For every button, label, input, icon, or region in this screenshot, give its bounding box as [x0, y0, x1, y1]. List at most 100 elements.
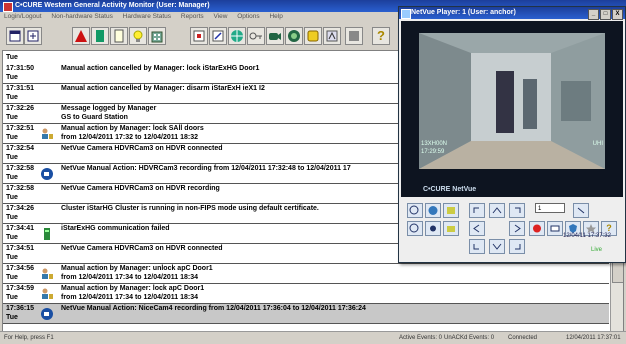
log-row[interactable]: 17:34:59 Tue Manual action by Manager: loc…: [3, 284, 609, 304]
log-time: 17:31:50: [6, 65, 35, 72]
status-unacked-events: UnACKd Events: 0: [444, 335, 495, 341]
zoom-in-icon[interactable]: [407, 203, 423, 218]
disk-icon[interactable]: [345, 27, 363, 45]
log-message: NetVue Camera HDVRCam3 on HDVR connected: [61, 145, 223, 152]
ptz-down-icon[interactable]: [489, 239, 505, 254]
ptz-up-right-icon[interactable]: [509, 203, 525, 218]
folder-icon[interactable]: [443, 221, 459, 236]
log-message: Cluster iStarHG Cluster is running in no…: [61, 205, 319, 212]
log-message: Manual action by Manager: unlock apC Doo…: [61, 265, 213, 272]
globe-icon[interactable]: [228, 27, 246, 45]
edit-icon[interactable]: [209, 27, 227, 45]
log-message: iStarExHG communication failed: [61, 225, 170, 232]
log-day: Tue: [6, 74, 18, 81]
preset-spinner[interactable]: 1: [535, 203, 565, 213]
camera-video-view[interactable]: 13XH00N 17:29:59 UHI: [401, 21, 623, 183]
menu-options[interactable]: Options: [237, 13, 259, 20]
status-connection: Connected: [508, 335, 538, 341]
close-button[interactable]: X: [612, 9, 623, 20]
pin-icon[interactable]: [24, 27, 42, 45]
log-day: Tue: [6, 294, 18, 301]
log-day: Tue: [6, 254, 18, 261]
log-time: 17:32:54: [6, 145, 35, 152]
log-day: Tue: [6, 194, 18, 201]
zoom-out-icon[interactable]: [407, 221, 423, 236]
log-message: NetVue Manual Action: NiceCam4 recording…: [61, 305, 366, 312]
window-icon[interactable]: [6, 27, 24, 45]
menu-reports[interactable]: Reports: [181, 13, 204, 20]
log-day: Tue: [6, 274, 18, 281]
person-lock-icon: [40, 267, 54, 281]
log-message-detail: GS to Guard Station: [61, 114, 128, 121]
log-day: Tue: [6, 134, 18, 141]
log-message: NetVue Manual Action: HDVRCam3 recording…: [61, 165, 351, 172]
log-time: 17:31:51: [6, 85, 35, 92]
menu-hardware-status[interactable]: Hardware Status: [123, 13, 171, 20]
camera-label: 13XH00N: [421, 141, 448, 147]
maximize-button[interactable]: □: [600, 9, 611, 20]
lightbulb-icon[interactable]: [129, 27, 147, 45]
log-day: Tue: [6, 154, 18, 161]
door-icon[interactable]: [91, 27, 109, 45]
camera-scene: [419, 33, 605, 169]
log-time: 17:32:58: [6, 185, 35, 192]
log-message-detail: from 12/04/2011 17:34 to 12/04/2011 18:3…: [61, 294, 198, 301]
menu-bar: Login/Logout Non-hardware Status Hardwar…: [0, 12, 400, 22]
log-time: 17:32:26: [6, 105, 35, 112]
key-icon[interactable]: [247, 27, 265, 45]
player-title-bar[interactable]: NetVue Player: 1 (User: anchor) _ □ X: [399, 7, 625, 20]
settings-icon[interactable]: [425, 221, 441, 236]
menu-login[interactable]: Login/Logout: [4, 13, 42, 20]
ptz-up-left-icon[interactable]: [469, 203, 485, 218]
log-day: Tue: [6, 174, 18, 181]
brand-label: C•CURE NetVue: [423, 186, 477, 193]
ptz-down-right-icon[interactable]: [509, 239, 525, 254]
camera-time: 17:29:59: [421, 149, 445, 155]
menu-view[interactable]: View: [213, 13, 227, 20]
document-icon[interactable]: [110, 27, 128, 45]
building-icon[interactable]: [148, 27, 166, 45]
mail-icon[interactable]: [547, 221, 563, 236]
log-message-detail: from 12/04/2011 17:32 to 12/04/2011 18:3…: [61, 134, 198, 141]
log-row[interactable]: 17:34:56 Tue Manual action by Manager: unl…: [3, 264, 609, 284]
log-message: NetVue Camera HDVRCam3 on HDVR recording: [61, 185, 220, 192]
log-row[interactable]: 17:36:15 Tue NetVue Manual Action: NiceCam…: [3, 304, 609, 324]
log-message: Manual action by Manager: lock SAll door…: [61, 125, 204, 132]
camera-icon[interactable]: [266, 27, 284, 45]
preset-go-icon[interactable]: [573, 203, 589, 218]
player-controls: 1 ? 12/04/11 17:37:32 Live: [401, 199, 623, 261]
netvue-player-window[interactable]: NetVue Player: 1 (User: anchor) _ □ X 13XH…: [398, 6, 626, 263]
log-day: Tue: [6, 114, 18, 121]
record-button-icon[interactable]: [529, 221, 545, 236]
globe-control-icon[interactable]: [425, 203, 441, 218]
network-icon[interactable]: [323, 27, 341, 45]
player-datetime: 12/04/11 17:37:32: [563, 233, 611, 239]
ptz-up-icon[interactable]: [489, 203, 505, 218]
ptz-left-icon[interactable]: [469, 221, 485, 236]
ptz-down-left-icon[interactable]: [469, 239, 485, 254]
ptz-right-icon[interactable]: [509, 221, 525, 236]
menu-non-hardware-status[interactable]: Non-hardware Status: [51, 13, 112, 20]
window-title: C•CURE Western General Activity Monitor …: [15, 2, 210, 9]
status-help: For Help, press F1: [4, 335, 54, 341]
live-indicator: Live: [591, 247, 603, 253]
camera-record-icon: [40, 167, 54, 181]
menu-help[interactable]: Help: [269, 13, 282, 20]
help-icon[interactable]: ?: [372, 27, 390, 45]
log-message: Message logged by Manager: [61, 105, 157, 112]
image-icon[interactable]: [190, 27, 208, 45]
badge-icon[interactable]: [304, 27, 322, 45]
log-time: 17:32:58: [6, 165, 35, 172]
camera-right-label: UHI: [592, 141, 603, 147]
alarm-triangle-icon[interactable]: [72, 27, 90, 45]
log-message: NetVue Camera HDVRCam3 on HDVR connected: [61, 245, 223, 252]
record-icon[interactable]: [285, 27, 303, 45]
toolbar: ?: [0, 22, 400, 50]
status-datetime: 12/04/2011 17:37:01: [566, 335, 621, 341]
log-time: 17:34:59: [6, 285, 35, 292]
minimize-button[interactable]: _: [588, 9, 599, 20]
log-time: 17:34:26: [6, 205, 35, 212]
player-brand: C•CURE NetVue: [401, 183, 623, 197]
snapshot-icon[interactable]: [443, 203, 459, 218]
log-message: Manual action cancelled by Manager: lock…: [61, 65, 260, 72]
